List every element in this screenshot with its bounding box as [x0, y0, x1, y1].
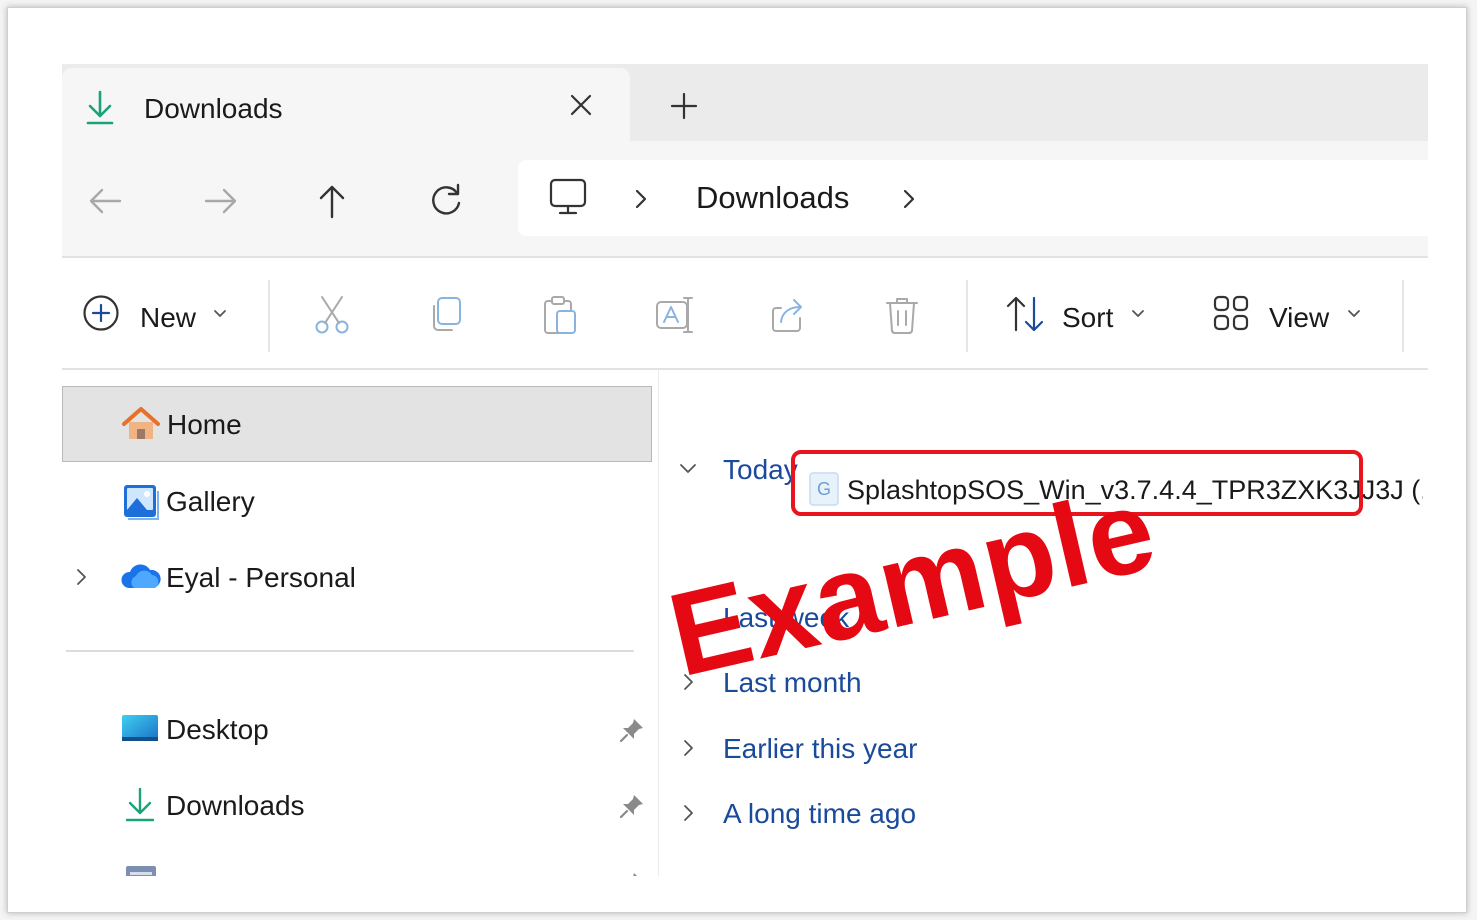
pin-icon[interactable]: [618, 870, 646, 876]
tab-strip: Downloads: [62, 64, 1428, 141]
tab-downloads[interactable]: Downloads: [62, 68, 630, 141]
chevron-down-icon: [1346, 308, 1362, 320]
sidebar-item-documents-partial[interactable]: [62, 844, 652, 876]
sort-arrows-icon: [1004, 294, 1046, 334]
paste-clipboard-icon[interactable]: [540, 294, 580, 336]
sidebar-item-downloads[interactable]: Downloads: [62, 768, 652, 842]
file-explorer-window: Downloads Downloads New Sort View Home G…: [62, 64, 1428, 876]
sidebar-item-label: Gallery: [166, 486, 255, 517]
refresh-icon[interactable]: [426, 181, 466, 221]
breadcrumb-downloads[interactable]: Downloads: [696, 180, 849, 216]
sidebar-item-home[interactable]: Home: [62, 386, 652, 462]
sort-label: Sort: [1062, 302, 1114, 333]
delete-trash-icon[interactable]: [882, 294, 922, 336]
group-label: Today: [723, 454, 798, 485]
sidebar-item-label: Desktop: [166, 714, 269, 745]
rename-icon[interactable]: [654, 294, 696, 336]
navigation-bar: Downloads: [62, 141, 1428, 258]
sidebar-item-label: Eyal - Personal: [166, 562, 356, 593]
sidebar-item-label: Home: [167, 409, 242, 440]
back-arrow-icon[interactable]: [86, 181, 126, 221]
pin-icon[interactable]: [618, 792, 646, 820]
sidebar-divider: [66, 650, 634, 652]
chevron-right-icon: [677, 802, 699, 824]
breadcrumb-chevron-icon[interactable]: [898, 186, 920, 212]
up-arrow-icon[interactable]: [312, 181, 352, 221]
share-icon[interactable]: [768, 294, 810, 336]
sidebar-item-desktop[interactable]: Desktop: [62, 692, 652, 766]
download-icon: [120, 785, 160, 825]
view-grid-icon: [1212, 294, 1250, 332]
sidebar-item-gallery[interactable]: Gallery: [62, 464, 652, 538]
breadcrumb-chevron-icon[interactable]: [630, 186, 652, 212]
forward-arrow-icon[interactable]: [200, 181, 240, 221]
group-label: Earlier this year: [723, 733, 918, 764]
gallery-icon: [120, 481, 160, 521]
home-icon: [121, 404, 161, 444]
tab-title: Downloads: [144, 93, 283, 124]
copy-icon[interactable]: [426, 294, 466, 336]
close-tab-icon[interactable]: [564, 88, 598, 122]
chevron-down-icon: [677, 458, 699, 480]
chevron-down-icon: [212, 308, 228, 320]
sidebar-item-label: Downloads: [166, 790, 305, 821]
desktop-folder-icon: [120, 709, 160, 749]
group-label: A long time ago: [723, 798, 917, 829]
documents-folder-icon: [120, 864, 160, 876]
chevron-down-icon: [1130, 308, 1146, 320]
plus-circle-icon: [82, 294, 120, 332]
chevron-right-icon: [677, 737, 699, 759]
address-bar[interactable]: Downloads: [518, 160, 1428, 236]
command-separator: [268, 280, 270, 352]
this-pc-monitor-icon[interactable]: [548, 178, 588, 216]
view-label: View: [1269, 302, 1330, 333]
command-bar: New Sort View: [62, 258, 1428, 370]
new-label: New: [140, 302, 197, 333]
download-icon: [84, 90, 116, 126]
cut-scissors-icon[interactable]: [312, 294, 352, 336]
onedrive-cloud-icon: [120, 557, 161, 597]
new-tab-plus-icon[interactable]: [666, 88, 702, 124]
pin-icon[interactable]: [618, 716, 646, 744]
chevron-right-icon[interactable]: [74, 566, 90, 588]
navigation-pane: Home Gallery Eyal - Personal Desktop Dow…: [62, 370, 659, 876]
command-separator: [1402, 280, 1404, 352]
screenshot-frame: Downloads Downloads New Sort View Home G…: [7, 7, 1467, 913]
sidebar-item-onedrive-personal[interactable]: Eyal - Personal: [62, 540, 652, 614]
command-separator: [966, 280, 968, 352]
